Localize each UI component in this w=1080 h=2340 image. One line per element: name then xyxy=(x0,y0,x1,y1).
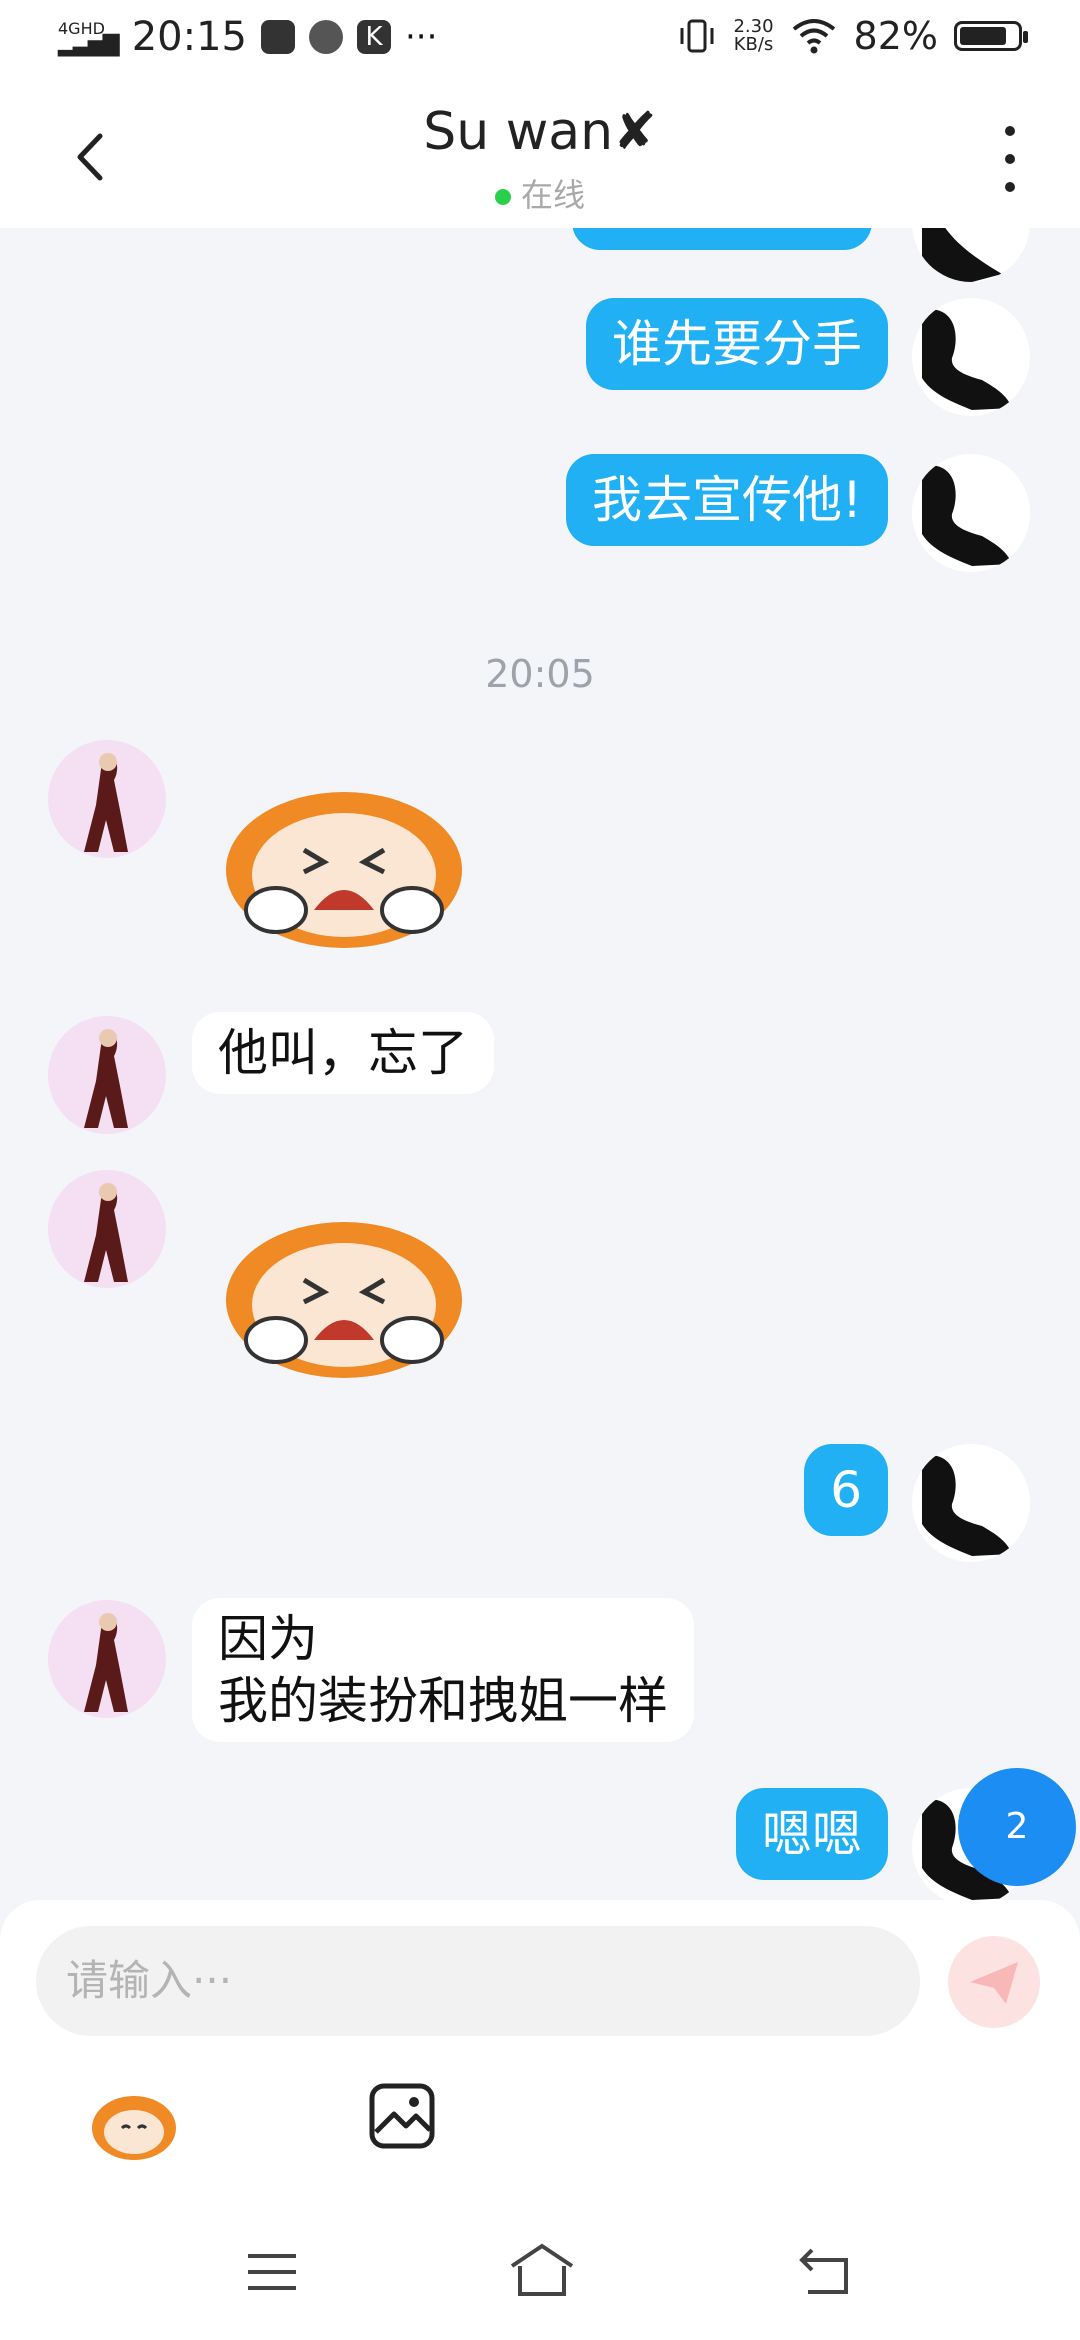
avatar-contact[interactable] xyxy=(48,1170,166,1288)
avatar-contact[interactable] xyxy=(48,1600,166,1718)
battery-icon xyxy=(954,21,1028,51)
message-bubble-outgoing[interactable]: 谁先要分手 xyxy=(586,298,888,390)
message-bubble-outgoing[interactable]: 嗯嗯 xyxy=(736,1788,888,1880)
status-bar: 4GHD ▂▃▅▇ 20:15 K ··· 2.30 KB/s 82% xyxy=(0,0,1080,84)
image-icon[interactable] xyxy=(366,2080,438,2152)
paper-plane-icon xyxy=(970,1962,1018,2004)
online-status: 在线 xyxy=(0,170,1080,216)
avatar-self[interactable] xyxy=(912,228,1030,282)
battery-percent: 82% xyxy=(853,14,938,58)
avatar-contact[interactable] xyxy=(48,740,166,858)
notification-app-icon: K xyxy=(356,20,391,54)
home-icon[interactable] xyxy=(508,2242,576,2298)
message-bubble-incoming[interactable]: 因为 我的装扮和拽姐一样 xyxy=(192,1598,694,1742)
battery-level xyxy=(960,27,1006,45)
avatar-contact[interactable] xyxy=(48,1016,166,1134)
vibrate-icon xyxy=(680,19,714,53)
chat-header: Su wan✘ 在线 xyxy=(0,84,1080,228)
message-bubble-outgoing[interactable]: 6 xyxy=(804,1444,888,1536)
network-icon: 4GHD ▂▃▅▇ xyxy=(58,18,120,57)
send-button[interactable] xyxy=(948,1936,1040,2028)
return-icon[interactable] xyxy=(798,2246,854,2296)
sticker-crying[interactable] xyxy=(214,760,474,950)
online-dot xyxy=(494,189,511,205)
avatar-self[interactable] xyxy=(912,454,1030,572)
message-input[interactable]: 请输入··· xyxy=(36,1926,920,2036)
message-bubble-outgoing[interactable] xyxy=(572,228,872,250)
more-notifications-icon: ··· xyxy=(404,17,438,57)
more-options-button[interactable] xyxy=(990,126,1030,192)
clock: 20:15 xyxy=(131,14,247,60)
avatar-self[interactable] xyxy=(912,1444,1030,1562)
menu-icon[interactable] xyxy=(244,2250,300,2294)
message-bubble-outgoing[interactable]: 我去宣传他! xyxy=(565,454,888,546)
unread-count-badge[interactable]: 2 xyxy=(958,1768,1076,1886)
network-speed: 2.30 KB/s xyxy=(733,16,774,55)
sticker-crying[interactable] xyxy=(214,1190,474,1380)
emoji-sticker-icon[interactable] xyxy=(88,2084,180,2164)
message-timestamp: 20:05 xyxy=(485,652,595,696)
notification-app-icon xyxy=(260,20,295,54)
message-bubble-incoming[interactable]: 他叫，忘了 xyxy=(192,1012,494,1094)
message-list[interactable]: 谁先要分手 我去宣传他! 20:05 他叫，忘了 6 因为 我的装扮和拽姐一样 … xyxy=(0,228,1080,1900)
avatar-self[interactable] xyxy=(912,298,1030,416)
status-bar-left: 4GHD ▂▃▅▇ 20:15 K ··· xyxy=(58,14,437,60)
status-bar-right: 2.30 KB/s 82% xyxy=(677,14,1028,58)
wifi-icon xyxy=(792,19,835,54)
notification-app-icon xyxy=(308,20,343,54)
contact-name: Su wan✘ xyxy=(423,102,657,162)
